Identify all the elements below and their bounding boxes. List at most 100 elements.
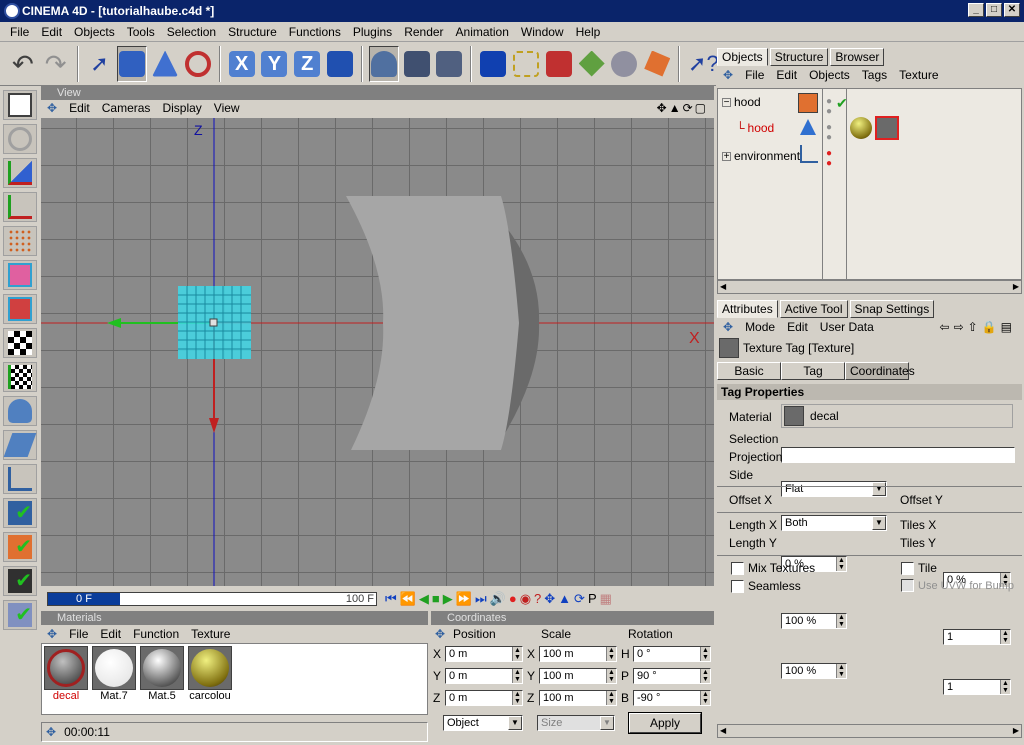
attributes-nav-icons[interactable]: ⇦⇨⇧🔒▤ [934,320,1022,334]
key-pla-icon[interactable]: ▦ [600,591,612,607]
tab-snap-settings[interactable]: Snap Settings [849,300,935,318]
expand-icon[interactable]: + [722,151,731,161]
x-axis-button[interactable]: X [227,46,257,82]
mix-textures-checkbox[interactable] [731,561,744,575]
goto-end-icon[interactable]: ⏭ [475,591,487,607]
material-tag-icon[interactable] [850,117,872,139]
use-points-tool-button[interactable] [3,226,37,256]
menu-help[interactable]: Help [570,25,607,39]
tree-item-hood[interactable]: − hood [722,95,761,109]
rotate-tool-button[interactable] [183,46,213,82]
menu-functions[interactable]: Functions [283,25,347,39]
attributes-menu-icon[interactable]: ✥ [717,320,739,334]
enable-snap-button[interactable]: ✔ [3,532,37,562]
material-item[interactable]: Mat.7 [92,646,136,712]
timeline-slider[interactable]: 0 F 100 F [47,592,377,606]
play-back-icon[interactable]: ◀ [419,591,429,607]
use-edges-tool-button[interactable] [3,260,37,290]
materials-menu-function[interactable]: Function [127,627,185,641]
view-menu-view[interactable]: View [208,101,246,115]
keyframe-help-icon[interactable]: ? [534,591,541,607]
size-mode-select[interactable]: Size ▼ [537,715,615,731]
subtab-coordinates[interactable]: Coordinates [845,362,915,380]
scale-z-field[interactable]: 100 m ▲ ▼ [539,690,617,706]
objects-menu-objects[interactable]: Objects [803,68,856,82]
y-axis-button[interactable]: Y [260,46,290,82]
primitive-cube-button[interactable] [478,46,508,82]
scene-button[interactable] [642,46,672,82]
tree-item-hood-child[interactable]: └ hood [736,121,774,135]
pos-x-field[interactable]: 0 m ▲ ▼ [445,646,523,662]
ik-button[interactable] [3,464,37,494]
view-menu-cameras[interactable]: Cameras [96,101,157,115]
record-icon[interactable]: ● [509,591,517,607]
minimize-button[interactable]: _ [968,3,984,17]
menu-structure[interactable]: Structure [222,25,283,39]
goto-start-icon[interactable]: ⏮ [385,591,397,607]
view-menu-icon[interactable]: ✥ [41,101,63,115]
menu-render[interactable]: Render [398,25,449,39]
pos-y-field[interactable]: 0 m ▲ ▼ [445,668,523,684]
tab-attributes[interactable]: Attributes [717,300,778,318]
objects-menu-tags[interactable]: Tags [856,68,893,82]
scale-y-field[interactable]: 100 m ▲ ▼ [539,668,617,684]
next-key-icon[interactable]: ⏩ [456,591,472,607]
attributes-menu-mode[interactable]: Mode [739,320,781,334]
enable-axis-button[interactable]: ✔ [3,498,37,528]
nurbs-button[interactable] [544,46,574,82]
visibility-dots-icon[interactable]: ● ● [826,97,832,117]
uvw-bump-checkbox[interactable] [901,579,914,592]
subtab-basic[interactable]: Basic [717,362,781,380]
seamless-option[interactable]: Seamless [731,579,801,593]
spline-button[interactable] [511,46,541,82]
length-x-field[interactable]: 100 % ▲ ▼ [781,613,847,629]
sound-icon[interactable]: 🔊 [490,591,506,607]
attributes-hscrollbar[interactable]: ◀ ▶ [717,724,1022,738]
pos-z-field[interactable]: 0 m ▲ ▼ [445,690,523,706]
menu-plugins[interactable]: Plugins [347,25,398,39]
objects-menu-texture[interactable]: Texture [893,68,944,82]
uvw-bump-option[interactable]: Use UVW for Bump [901,579,1014,592]
objects-menu-file[interactable]: File [739,68,770,82]
objects-menu-edit[interactable]: Edit [770,68,803,82]
subtab-tag[interactable]: Tag [781,362,845,380]
material-link-field[interactable]: decal [781,404,1013,428]
materials-menu-file[interactable]: File [63,627,94,641]
use-texture-axis-button[interactable] [3,192,37,222]
use-texture-tool-button[interactable] [3,328,37,358]
select-tool-button[interactable]: ➚ [85,46,115,82]
deformer-button[interactable] [610,46,640,82]
use-model-tool-button[interactable] [3,90,37,120]
material-item[interactable]: carcolou [188,646,232,712]
menu-objects[interactable]: Objects [68,25,121,39]
key-rotation-icon[interactable]: ⟳ [574,591,585,607]
coordinate-mode-select[interactable]: Object ▼ [443,715,523,731]
autokey-icon[interactable]: ◉ [520,591,531,607]
stop-icon[interactable]: ■ [432,591,440,607]
rot-h-field[interactable]: 0 ° ▲ ▼ [633,646,711,662]
visibility-dots-icon[interactable]: ● ● [826,149,832,169]
objects-hscrollbar[interactable]: ◀ ▶ [717,280,1022,294]
rot-p-field[interactable]: 90 ° ▲ ▼ [633,668,711,684]
texture-axis-tool-button[interactable] [3,362,37,392]
seamless-checkbox[interactable] [731,579,744,593]
rot-b-field[interactable]: -90 ° ▲ ▼ [633,690,711,706]
attributes-menu-user-data[interactable]: User Data [814,320,880,334]
visibility-dots-icon[interactable]: ● ● [826,123,832,143]
materials-menu-icon[interactable]: ✥ [41,627,63,641]
mix-textures-option[interactable]: Mix Textures [731,561,815,575]
length-y-field[interactable]: 100 % ▲ ▼ [781,663,847,679]
maximize-button[interactable]: □ [986,3,1002,17]
use-object-axis-button[interactable] [3,158,37,188]
material-item[interactable]: Mat.5 [140,646,184,712]
view-nav-icons[interactable]: ✥▲⟳▢ [651,101,714,115]
undo-button[interactable]: ↶ [8,46,38,82]
tab-active-tool[interactable]: Active Tool [779,300,848,318]
expand-icon[interactable]: − [722,97,731,107]
view-menu-edit[interactable]: Edit [63,101,96,115]
tree-item-environment[interactable]: + environment [722,149,800,163]
tiles-x-field[interactable]: 1 ▲ ▼ [943,629,1011,645]
objects-menu-icon[interactable]: ✥ [717,68,739,82]
menu-window[interactable]: Window [515,25,570,39]
animation-mode-button[interactable] [3,396,37,426]
